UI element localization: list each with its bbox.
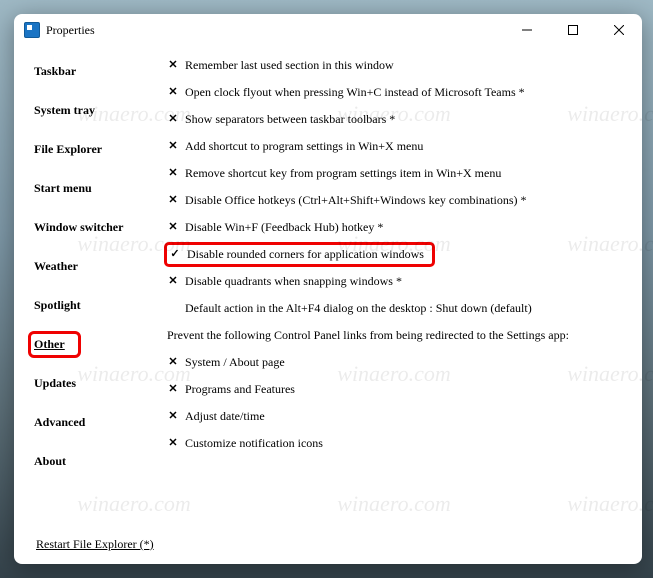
x-icon: ✕ xyxy=(167,60,179,72)
option-label: Disable Office hotkeys (Ctrl+Alt+Shift+W… xyxy=(185,193,527,208)
option-label: Adjust date/time xyxy=(185,409,265,424)
option-label: Remove shortcut key from program setting… xyxy=(185,166,501,181)
option-label: Programs and Features xyxy=(185,382,295,397)
x-icon: ✕ xyxy=(167,384,179,396)
control-panel-subhead-label: Prevent the following Control Panel link… xyxy=(167,328,569,343)
app-icon xyxy=(24,22,40,38)
altf4-default-row[interactable]: Default action in the Alt+F4 dialog on t… xyxy=(167,295,626,322)
control-panel-subhead: Prevent the following Control Panel link… xyxy=(167,322,626,349)
option-row[interactable]: ✕ Remember last used section in this wind… xyxy=(167,52,626,79)
sidebar-item-label: Advanced xyxy=(34,415,85,429)
sidebar-item-label: Window switcher xyxy=(34,220,123,234)
properties-window: Properties Taskbar System tray File Explor… xyxy=(14,14,642,564)
checkmark-icon: ✓ xyxy=(169,249,181,261)
window-title: Properties xyxy=(46,23,95,38)
option-row[interactable]: ✕ Disable quadrants when snapping windows… xyxy=(167,268,626,295)
sidebar-item-label: System tray xyxy=(34,103,95,117)
option-row[interactable]: ✕ Adjust date/time xyxy=(167,403,626,430)
option-label: Disable Win+F (Feedback Hub) hotkey * xyxy=(185,220,383,235)
x-icon: ✕ xyxy=(167,222,179,234)
sidebar-item-spotlight[interactable]: Spotlight xyxy=(32,286,167,325)
option-row[interactable]: ✕ Add shortcut to program settings in Win… xyxy=(167,133,626,160)
close-icon xyxy=(614,25,624,35)
option-label: Customize notification icons xyxy=(185,436,323,451)
option-label: Remember last used section in this windo… xyxy=(185,58,394,73)
sidebar-item-label: Weather xyxy=(34,259,78,273)
x-icon: ✕ xyxy=(167,168,179,180)
option-label: Open clock flyout when pressing Win+C in… xyxy=(185,85,525,100)
x-icon: ✕ xyxy=(167,114,179,126)
option-row[interactable]: ✕ Show separators between taskbar toolbar… xyxy=(167,106,626,133)
option-label: System / About page xyxy=(185,355,285,370)
sidebar-item-start-menu[interactable]: Start menu xyxy=(32,169,167,208)
sidebar-item-taskbar[interactable]: Taskbar xyxy=(32,52,167,91)
x-icon: ✕ xyxy=(167,411,179,423)
minimize-icon xyxy=(522,25,532,35)
sidebar-item-label: Updates xyxy=(34,376,76,390)
titlebar[interactable]: Properties xyxy=(14,14,642,46)
option-row[interactable]: ✕ Open clock flyout when pressing Win+C i… xyxy=(167,79,626,106)
sidebar-item-about[interactable]: About xyxy=(32,442,167,481)
x-icon: ✕ xyxy=(167,357,179,369)
option-row[interactable]: ✕ Customize notification icons xyxy=(167,430,626,457)
close-button[interactable] xyxy=(596,14,642,46)
x-icon: ✕ xyxy=(167,276,179,288)
sidebar-item-label: Other xyxy=(34,337,65,351)
x-icon: ✕ xyxy=(167,195,179,207)
maximize-button[interactable] xyxy=(550,14,596,46)
option-label: Add shortcut to program settings in Win+… xyxy=(185,139,423,154)
altf4-default-label: Default action in the Alt+F4 dialog on t… xyxy=(185,301,532,316)
option-row[interactable]: ✕ System / About page xyxy=(167,349,626,376)
x-icon: ✕ xyxy=(167,438,179,450)
option-label: Show separators between taskbar toolbars… xyxy=(185,112,395,127)
sidebar-item-window-switcher[interactable]: Window switcher xyxy=(32,208,167,247)
option-row[interactable]: ✕ Disable Office hotkeys (Ctrl+Alt+Shift+… xyxy=(167,187,626,214)
option-row[interactable]: ✕ Remove shortcut key from program settin… xyxy=(167,160,626,187)
option-row[interactable]: ✕ Programs and Features xyxy=(167,376,626,403)
x-icon: ✕ xyxy=(167,87,179,99)
x-icon: ✕ xyxy=(167,141,179,153)
sidebar: Taskbar System tray File Explorer Start men… xyxy=(32,50,167,529)
sidebar-item-label: Spotlight xyxy=(34,298,81,312)
content-pane: ✕ Remember last used section in this wind… xyxy=(167,50,642,529)
sidebar-item-label: Taskbar xyxy=(34,64,76,78)
sidebar-item-other[interactable]: Other xyxy=(32,325,167,364)
option-row[interactable]: ✓ Disable rounded corners for application… xyxy=(167,241,626,268)
option-label: Disable rounded corners for application … xyxy=(187,247,424,262)
minimize-button[interactable] xyxy=(504,14,550,46)
sidebar-item-label: About xyxy=(34,454,66,468)
sidebar-item-weather[interactable]: Weather xyxy=(32,247,167,286)
sidebar-item-file-explorer[interactable]: File Explorer xyxy=(32,130,167,169)
maximize-icon xyxy=(568,25,578,35)
option-label: Disable quadrants when snapping windows … xyxy=(185,274,402,289)
sidebar-item-label: Start menu xyxy=(34,181,92,195)
restart-file-explorer-link[interactable]: Restart File Explorer (*) xyxy=(36,537,154,551)
sidebar-item-system-tray[interactable]: System tray xyxy=(32,91,167,130)
sidebar-item-advanced[interactable]: Advanced xyxy=(32,403,167,442)
sidebar-item-label: File Explorer xyxy=(34,142,102,156)
option-row[interactable]: ✕ Disable Win+F (Feedback Hub) hotkey * xyxy=(167,214,626,241)
sidebar-item-updates[interactable]: Updates xyxy=(32,364,167,403)
